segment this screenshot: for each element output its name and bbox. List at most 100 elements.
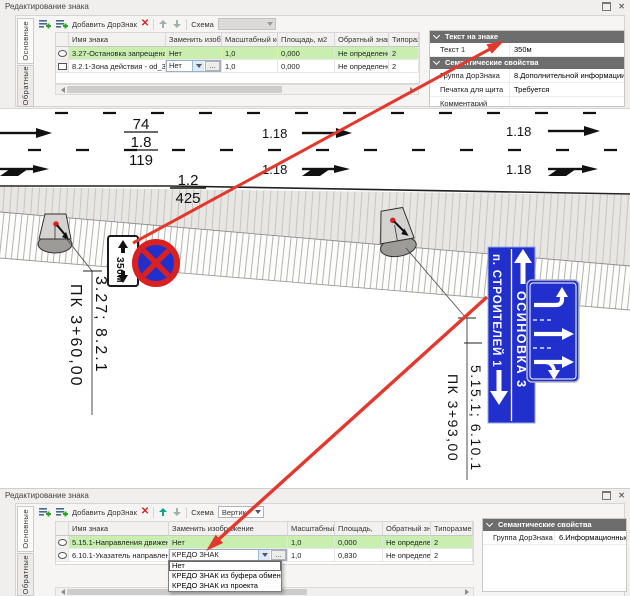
toolbar: Добавить ДорЗнак ✕ Схема Вертик	[38, 505, 264, 519]
scroll-left-icon[interactable]	[56, 85, 66, 94]
property-grid: Семантические свойства Группа ДорЗнака 6…	[482, 518, 627, 592]
table-row[interactable]: 1 5.15.1-Направления движения по полосам…	[56, 536, 473, 549]
col-name[interactable]: Имя знака	[69, 33, 166, 47]
tab-osnovnye[interactable]: Основные	[17, 506, 34, 552]
table-row[interactable]: 1 3.27-Остановка запрещена - od_106 Нет …	[56, 47, 419, 60]
move-up-icon[interactable]	[158, 19, 168, 29]
add-row-icon[interactable]	[38, 506, 51, 518]
col-scale[interactable]: Масштабный ко	[222, 33, 278, 47]
scroll-right-icon[interactable]	[463, 588, 473, 596]
semantic-props-header[interactable]: Семантические свойства	[430, 57, 624, 69]
col-back[interactable]: Обратный знак	[383, 522, 431, 536]
add-row-alt-icon[interactable]	[55, 506, 68, 518]
property-row[interactable]: Группа ДорЗнака 6.Информационные	[483, 531, 626, 545]
move-up-icon[interactable]	[158, 507, 168, 517]
marking-fraction-left: 74 1.8 119	[124, 116, 158, 169]
property-row[interactable]: Группа ДорЗнака 8.Дополнительной информа…	[430, 69, 624, 83]
move-down-icon[interactable]	[172, 19, 182, 29]
svg-text:1.18: 1.18	[506, 162, 531, 177]
schema-select[interactable]: Вертик	[218, 506, 264, 518]
signpost-symbol-left[interactable]	[38, 214, 72, 253]
dropdown-option[interactable]: КРЕДО ЗНАК из проекта	[169, 581, 281, 591]
scroll-right-icon[interactable]	[408, 85, 418, 94]
svg-text:119: 119	[129, 152, 153, 169]
arrow-merge-right	[548, 165, 598, 176]
chevron-down-icon[interactable]	[192, 61, 204, 71]
close-icon[interactable]: ✕	[618, 492, 625, 500]
tab-osnovnye[interactable]: Основные	[17, 18, 34, 64]
col-name[interactable]: Имя знака	[69, 522, 169, 536]
ellipse-shape-icon	[58, 552, 67, 559]
sign-5-15-1-lanes[interactable]	[527, 280, 579, 382]
text-on-sign-header[interactable]: Текст на знаке	[430, 31, 624, 43]
add-row-alt-icon[interactable]	[55, 18, 68, 30]
arrow-merge-mid	[302, 165, 350, 176]
dropdown-option[interactable]: КРЕДО ЗНАК из буфера обмена	[169, 571, 281, 581]
dim-right-station-label: ПК 3+93,00	[445, 374, 461, 462]
scrollbar-thumb[interactable]	[67, 86, 282, 93]
add-dorznak-button[interactable]: Добавить ДорЗнак	[72, 20, 137, 29]
schema-select	[218, 18, 276, 30]
sign-3-27-no-stopping[interactable]	[133, 240, 180, 287]
col-back[interactable]: Обратный знак	[335, 33, 389, 47]
property-row[interactable]: Печатка для щита Требуется	[430, 83, 624, 97]
browse-button[interactable]: …	[271, 550, 286, 560]
col-area[interactable]: Площадь,	[335, 522, 383, 536]
toolbar-separator	[153, 19, 154, 30]
signs-table: Имя знака Заменить изображение Масштабны…	[55, 521, 474, 565]
arrow-straight-left	[0, 128, 52, 138]
svg-text:1.18: 1.18	[262, 126, 287, 141]
toolbar-separator	[186, 19, 187, 30]
chevron-down-icon[interactable]	[258, 550, 270, 560]
delete-icon[interactable]: ✕	[141, 19, 149, 29]
sign-editor-panel-top: Редактирование знака ✕ Основные Обратные…	[0, 0, 630, 109]
svg-text:1.8: 1.8	[131, 134, 152, 151]
tab-obratnye[interactable]: Обратные	[17, 65, 34, 107]
table-header-row: Имя знака Заменить изобра Масштабный ко …	[56, 33, 419, 47]
svg-text:425: 425	[175, 190, 200, 207]
destination-top: ОСИНОВКА 3	[514, 291, 528, 389]
table-header-row: Имя знака Заменить изображение Масштабны…	[56, 522, 473, 536]
toolbar-separator	[186, 507, 187, 518]
col-selector	[56, 522, 69, 536]
property-row[interactable]: Текст 1 350м	[430, 43, 624, 57]
destination-bottom: п. СТРОИТЕЛЕЙ 1	[490, 254, 503, 367]
arrow-straight-right	[548, 126, 600, 136]
delete-icon[interactable]: ✕	[141, 507, 149, 517]
col-area[interactable]: Площадь, м2	[278, 33, 335, 47]
browse-button[interactable]: …	[205, 61, 220, 71]
toolbar: Добавить ДорЗнак ✕ Схема	[38, 17, 276, 31]
property-row[interactable]: Комментарий	[430, 97, 624, 107]
close-icon[interactable]: ✕	[618, 3, 625, 11]
col-replace[interactable]: Заменить изобра	[166, 33, 222, 47]
replace-image-combobox[interactable]: Нет…	[166, 60, 221, 72]
dropdown-option[interactable]: Нет	[169, 561, 281, 571]
add-row-icon[interactable]	[38, 18, 51, 30]
col-size[interactable]: Типоразмер	[431, 522, 473, 536]
add-dorznak-button[interactable]: Добавить ДорЗнак	[72, 508, 137, 517]
move-down-icon[interactable]	[172, 507, 182, 517]
panel-titlebar[interactable]: Редактирование знака ✕	[0, 0, 630, 14]
tab-obratnye[interactable]: Обратные	[17, 553, 34, 596]
semantic-props-header[interactable]: Семантические свойства	[483, 519, 626, 531]
lane-markings	[0, 113, 630, 150]
table-row[interactable]: 2 8.2.1-Зона действия - od_311 Нет… 1,0 …	[56, 60, 419, 73]
float-window-icon[interactable]	[602, 491, 611, 500]
ellipse-shape-icon	[58, 50, 67, 57]
horizontal-scrollbar[interactable]	[55, 84, 419, 95]
float-window-icon[interactable]	[602, 2, 611, 11]
plan-drawing: 74 1.8 119 1.2 425 1.18 1.18 1.18 1.18	[0, 108, 630, 488]
rect-shape-icon	[58, 63, 67, 70]
schema-label: Схема	[191, 20, 214, 29]
chevron-down-icon	[267, 22, 273, 29]
dim-right-signs-label: 5.15.1; 6.10.1	[468, 365, 484, 472]
col-size[interactable]: Типоразм	[389, 33, 419, 47]
text1-value[interactable]: 350м	[510, 43, 624, 56]
chevron-down-icon	[255, 510, 261, 517]
panel-titlebar[interactable]: Редактирование знака ✕	[0, 489, 630, 503]
col-replace[interactable]: Заменить изображение	[169, 522, 288, 536]
svg-text:1.18: 1.18	[262, 162, 287, 177]
toolbar-separator	[153, 507, 154, 518]
scroll-left-icon[interactable]	[56, 588, 66, 596]
col-scale[interactable]: Масштабный ко	[288, 522, 335, 536]
